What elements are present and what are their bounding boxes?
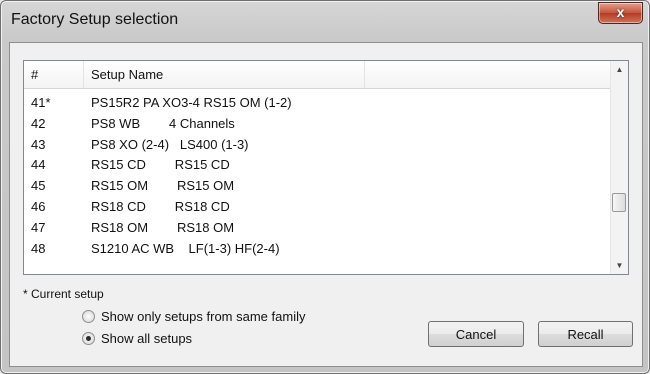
row-number: 47 [31, 219, 46, 235]
scroll-thumb[interactable] [612, 193, 626, 212]
vertical-scrollbar[interactable]: ▲ ▼ [610, 61, 628, 274]
list-item[interactable]: 45 RS15 OM RS15 OM [24, 176, 611, 197]
setup-list[interactable]: # Setup Name 41* PS15R2 PA XO3-4 RS15 OM … [23, 60, 629, 275]
close-button[interactable]: x [598, 2, 643, 24]
radio-all-setups-circle[interactable] [82, 332, 95, 345]
row-number: 45 [31, 178, 46, 194]
list-header: # Setup Name [24, 61, 611, 89]
list-item[interactable]: 48 S1210 AC WB LF(1-3) HF(2-4) [24, 239, 611, 260]
column-header-number[interactable]: # [24, 61, 84, 88]
row-setup-name: PS8 WB 4 Channels [91, 115, 235, 131]
chevron-up-icon: ▲ [615, 65, 624, 74]
radio-same-family-label: Show only setups from same family [101, 309, 306, 324]
row-number: 44 [31, 157, 46, 173]
list-item[interactable]: 43 PS8 XO (2-4) LS400 (1-3) [24, 135, 611, 156]
row-setup-name: S1210 AC WB LF(1-3) HF(2-4) [91, 240, 280, 256]
close-icon: x [616, 4, 625, 20]
list-item[interactable]: 41* PS15R2 PA XO3-4 RS15 OM (1-2) [24, 93, 611, 114]
factory-setup-dialog: Factory Setup selection x # Setup Name 4… [0, 0, 650, 374]
row-setup-name: RS18 CD RS18 CD [91, 198, 230, 214]
row-setup-name: PS8 XO (2-4) LS400 (1-3) [91, 136, 249, 152]
radio-same-family[interactable]: Show only setups from same family [82, 309, 305, 324]
row-number: 48 [31, 240, 46, 256]
list-rows: 41* PS15R2 PA XO3-4 RS15 OM (1-2) 42 PS8 W… [24, 93, 611, 259]
row-setup-name: RS18 OM RS18 OM [91, 219, 235, 235]
cancel-button[interactable]: Cancel [428, 321, 524, 347]
row-number: 43 [31, 136, 46, 152]
title-bar[interactable]: Factory Setup selection x [1, 1, 649, 35]
row-setup-name: RS15 CD RS15 CD [91, 157, 230, 173]
window-title: Factory Setup selection [11, 11, 179, 28]
column-header-empty[interactable] [365, 61, 611, 88]
list-item[interactable]: 44 RS15 CD RS15 CD [24, 155, 611, 176]
list-item[interactable]: 46 RS18 CD RS18 CD [24, 197, 611, 218]
recall-button[interactable]: Recall [538, 321, 633, 347]
row-setup-name: PS15R2 PA XO3-4 RS15 OM (1-2) [91, 95, 292, 110]
list-item[interactable]: 47 RS18 OM RS18 OM [24, 218, 611, 239]
row-number: 46 [31, 198, 46, 214]
row-number: 42 [31, 115, 46, 131]
row-number: 41* [31, 95, 51, 110]
dialog-client-area: # Setup Name 41* PS15R2 PA XO3-4 RS15 OM … [9, 42, 643, 367]
scroll-down-button[interactable]: ▼ [611, 257, 628, 274]
column-header-setup-name[interactable]: Setup Name [84, 61, 365, 88]
radio-all-setups[interactable]: Show all setups [82, 331, 192, 346]
radio-same-family-circle[interactable] [82, 310, 95, 323]
row-setup-name: RS15 OM RS15 OM [91, 178, 235, 194]
scroll-up-button[interactable]: ▲ [611, 61, 628, 78]
list-item[interactable]: 42 PS8 WB 4 Channels [24, 114, 611, 135]
radio-all-setups-label: Show all setups [101, 331, 193, 346]
chevron-down-icon: ▼ [615, 261, 624, 270]
current-setup-note: * Current setup [23, 287, 104, 301]
